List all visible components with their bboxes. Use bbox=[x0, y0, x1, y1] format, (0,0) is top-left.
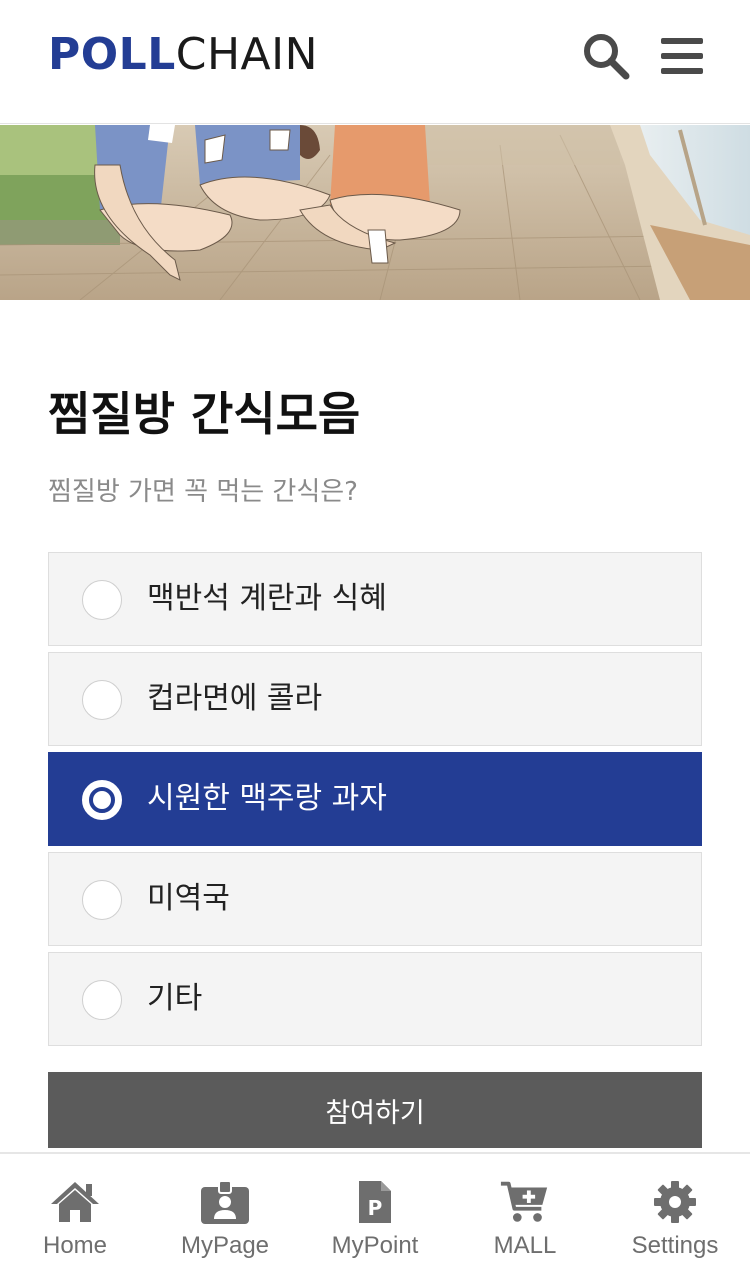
poll-option-label: 컵라면에 콜라 bbox=[147, 681, 323, 716]
point-document-icon: P bbox=[349, 1178, 401, 1226]
search-button[interactable] bbox=[580, 30, 632, 82]
cart-plus-icon bbox=[499, 1178, 551, 1226]
bottom-navigation: Home MyPage P MyPoint MALL Settings bbox=[0, 1152, 750, 1286]
poll-option[interactable]: 맥반석 계란과 식혜 bbox=[48, 552, 702, 646]
poll-option[interactable]: 컵라면에 콜라 bbox=[48, 652, 702, 746]
app-header: POLLCHAIN bbox=[0, 0, 750, 124]
search-icon bbox=[584, 34, 630, 80]
nav-item-mypoint[interactable]: P MyPoint bbox=[300, 1154, 450, 1286]
participate-button[interactable]: 참여하기 bbox=[48, 1072, 702, 1148]
poll-options-list: 맥반석 계란과 식혜 컵라면에 콜라 시원한 맥주랑 과자 미역국 기타 bbox=[48, 552, 702, 1052]
nav-label: MALL bbox=[493, 1232, 557, 1259]
poll-option-label: 기타 bbox=[147, 981, 203, 1016]
pollchain-logo[interactable]: POLLCHAIN bbox=[48, 30, 318, 80]
menu-button[interactable] bbox=[656, 30, 708, 82]
poll-option-label: 미역국 bbox=[147, 881, 230, 916]
poll-title: 찜질방 간식모음 bbox=[48, 387, 361, 441]
nav-label: MyPage bbox=[180, 1232, 270, 1259]
nav-label: Settings bbox=[631, 1232, 719, 1259]
nav-item-settings[interactable]: Settings bbox=[600, 1154, 750, 1286]
logo-light-text: CHAIN bbox=[175, 29, 319, 80]
poll-option-label: 시원한 맥주랑 과자 bbox=[147, 781, 387, 816]
nav-item-home[interactable]: Home bbox=[0, 1154, 150, 1286]
svg-text:P: P bbox=[368, 1196, 383, 1220]
poll-option-label: 맥반석 계란과 식혜 bbox=[147, 581, 387, 616]
hamburger-menu-icon bbox=[661, 38, 703, 74]
nav-item-mall[interactable]: MALL bbox=[450, 1154, 600, 1286]
nav-label: Home bbox=[42, 1232, 108, 1259]
poll-option-selected[interactable]: 시원한 맥주랑 과자 bbox=[48, 752, 702, 846]
home-icon bbox=[49, 1178, 101, 1226]
poll-banner-image bbox=[0, 125, 750, 300]
poll-option[interactable]: 미역국 bbox=[48, 852, 702, 946]
id-badge-icon bbox=[199, 1178, 251, 1226]
radio-button[interactable] bbox=[82, 580, 122, 620]
radio-button[interactable] bbox=[82, 680, 122, 720]
poll-option[interactable]: 기타 bbox=[48, 952, 702, 1046]
gear-icon bbox=[649, 1178, 701, 1226]
radio-button[interactable] bbox=[82, 980, 122, 1020]
radio-button-checked[interactable] bbox=[82, 780, 122, 820]
radio-button[interactable] bbox=[82, 880, 122, 920]
jjimjilbang-banner-illustration bbox=[0, 125, 750, 300]
poll-question: 찜질방 가면 꼭 먹는 간식은? bbox=[48, 477, 358, 507]
nav-item-mypage[interactable]: MyPage bbox=[150, 1154, 300, 1286]
logo-bold-text: POLL bbox=[48, 29, 176, 80]
nav-label: MyPoint bbox=[331, 1232, 419, 1259]
